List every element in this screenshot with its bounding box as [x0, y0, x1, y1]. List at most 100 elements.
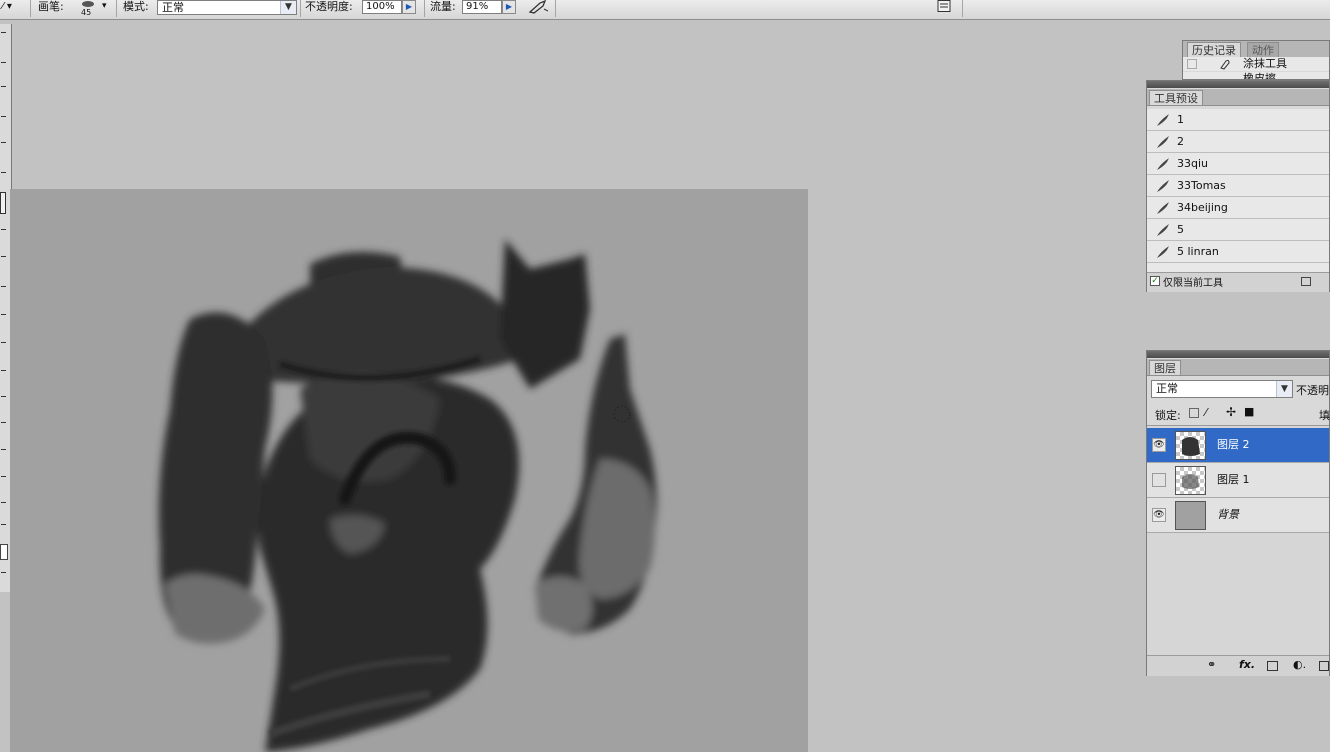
tool-gradient-icon[interactable]	[1, 314, 6, 318]
tool-zoom-icon[interactable]	[1, 524, 6, 528]
fx-icon[interactable]: fx.	[1239, 658, 1255, 671]
airbrush-icon[interactable]	[528, 0, 550, 14]
lock-pixels-icon[interactable]: ⁄	[1205, 406, 1207, 419]
fill-label: 填	[1319, 409, 1330, 422]
history-panel: 历史记录 动作 涂抹工具 橡皮擦	[1182, 40, 1330, 80]
preset-item[interactable]: 5 linran	[1147, 241, 1329, 263]
preset-label: 1	[1177, 113, 1184, 126]
tool-move-icon[interactable]	[1, 62, 6, 66]
presets-tab-row: 工具预设	[1147, 89, 1329, 106]
layer-name[interactable]: 图层 2	[1217, 428, 1250, 462]
tool-pen-icon[interactable]	[1, 396, 6, 400]
flow-input[interactable]: 91%	[462, 0, 502, 14]
preset-label: 33Tomas	[1177, 179, 1226, 192]
tool-eraser-icon[interactable]	[1, 286, 6, 290]
tool-dodge-icon[interactable]	[1, 370, 6, 374]
brush-picker[interactable]: 45	[77, 0, 99, 19]
blend-mode-select[interactable]: 正常 ▼	[1151, 380, 1293, 398]
history-snapshot-checkbox[interactable]	[1187, 59, 1197, 69]
foreground-color-swatch[interactable]	[0, 544, 8, 560]
quick-mask-icon[interactable]	[1, 572, 6, 576]
panel-title-strip[interactable]	[1147, 351, 1329, 358]
tool-icon[interactable]: ⁄ ▾	[2, 0, 12, 19]
preset-item[interactable]: 33qiu	[1147, 153, 1329, 175]
tool-stamp-icon[interactable]	[1, 229, 6, 233]
brush-preset-icon	[1157, 202, 1169, 214]
tool-heal-icon[interactable]	[1, 172, 6, 176]
brush-label: 画笔:	[38, 0, 64, 13]
lock-label: 锁定:	[1155, 409, 1181, 422]
tool-lasso-icon[interactable]	[1, 86, 6, 90]
layer-name[interactable]: 图层 1	[1217, 463, 1250, 497]
layer-list: 👁 图层 2 图层 1 👁 背景	[1147, 425, 1329, 656]
mask-icon[interactable]	[1267, 661, 1278, 671]
layer-thumbnail	[1175, 431, 1206, 460]
layer-row[interactable]: 图层 1	[1147, 463, 1329, 498]
opacity-input[interactable]: 100%	[362, 0, 402, 14]
layers-footer: ⚭ fx. ◐.	[1147, 655, 1329, 676]
separator	[424, 0, 425, 17]
tool-brush-icon[interactable]	[0, 192, 6, 214]
history-item[interactable]: 橡皮擦	[1183, 72, 1329, 79]
mode-select[interactable]: 正常 ▼	[157, 0, 297, 15]
preset-label: 33qiu	[1177, 157, 1209, 170]
tool-hand-icon[interactable]	[1, 502, 6, 506]
tool-wand-icon[interactable]	[1, 116, 6, 120]
brush-preset-icon	[1157, 158, 1169, 170]
presets-footer: ✓ 仅限当前工具	[1147, 272, 1329, 292]
flow-label: 流量:	[430, 0, 456, 13]
options-bar: ⁄ ▾ 画笔: 45 ▾ 模式: 正常 ▼ 不透明度: 100% ▶ 流量: 9…	[0, 0, 1330, 20]
tool-presets-panel: 工具预设 1 2 33qiu 33Tomas 34beijing 5 5 lin…	[1146, 80, 1330, 292]
brush-preset-icon	[1157, 224, 1169, 236]
tab-layers[interactable]: 图层	[1149, 360, 1181, 375]
preset-item[interactable]: 1	[1147, 109, 1329, 131]
layer-name[interactable]: 背景	[1217, 498, 1239, 532]
new-layer-icon[interactable]	[1319, 661, 1329, 671]
layer-thumbnail	[1175, 466, 1206, 495]
palette-well-icon[interactable]	[937, 0, 951, 13]
tool-shape-icon[interactable]	[1, 476, 6, 480]
tool-path-select-icon[interactable]	[1, 449, 6, 453]
current-tool-only-checkbox[interactable]: ✓	[1150, 276, 1160, 286]
document-canvas[interactable]	[10, 189, 808, 752]
lock-position-icon[interactable]: ✢	[1226, 405, 1236, 419]
layer-row[interactable]: 👁 图层 2	[1147, 428, 1329, 463]
separator	[30, 0, 31, 17]
tool-marquee-icon[interactable]	[1, 32, 6, 36]
adjustment-icon[interactable]: ◐.	[1293, 658, 1306, 671]
eye-icon[interactable]: 👁	[1152, 438, 1166, 452]
brush-size: 45	[81, 8, 92, 17]
tool-history-brush-icon[interactable]	[1, 256, 6, 260]
link-icon[interactable]: ⚭	[1207, 658, 1216, 671]
painting-artwork	[158, 239, 657, 752]
tab-tool-presets[interactable]: 工具预设	[1149, 90, 1203, 105]
preset-item-partial[interactable]	[1147, 263, 1329, 272]
lock-transparency-icon[interactable]	[1189, 408, 1199, 418]
mode-label: 模式:	[123, 0, 149, 13]
panel-title-strip[interactable]	[1147, 81, 1329, 88]
tab-history[interactable]: 历史记录	[1187, 42, 1241, 57]
new-preset-icon[interactable]	[1301, 277, 1311, 286]
preset-item[interactable]: 34beijing	[1147, 197, 1329, 219]
tool-smudge-icon[interactable]	[1, 342, 6, 346]
current-tool-only-label: 仅限当前工具	[1163, 278, 1223, 289]
tool-type-icon[interactable]	[1, 422, 6, 426]
flow-slider-button[interactable]: ▶	[502, 0, 516, 14]
tab-actions[interactable]: 动作	[1247, 42, 1279, 57]
preset-item[interactable]: 2	[1147, 131, 1329, 153]
preset-item[interactable]: 33Tomas	[1147, 175, 1329, 197]
layer-row[interactable]: 👁 背景	[1147, 498, 1329, 533]
eye-icon[interactable]: 👁	[1152, 508, 1166, 522]
brush-dropdown-icon[interactable]: ▾	[102, 0, 107, 19]
history-item[interactable]: 涂抹工具	[1183, 57, 1329, 71]
visibility-toggle[interactable]	[1152, 473, 1166, 487]
blend-mode-value: 正常	[1156, 382, 1178, 395]
mode-value: 正常	[162, 1, 184, 14]
tool-crop-icon[interactable]	[1, 142, 6, 146]
lock-all-icon[interactable]: ■	[1244, 405, 1254, 418]
history-tab-row: 历史记录 动作	[1183, 41, 1329, 58]
brush-preset-icon	[1157, 180, 1169, 192]
chevron-down-icon: ▼	[280, 1, 296, 14]
preset-item[interactable]: 5	[1147, 219, 1329, 241]
opacity-slider-button[interactable]: ▶	[402, 0, 416, 14]
